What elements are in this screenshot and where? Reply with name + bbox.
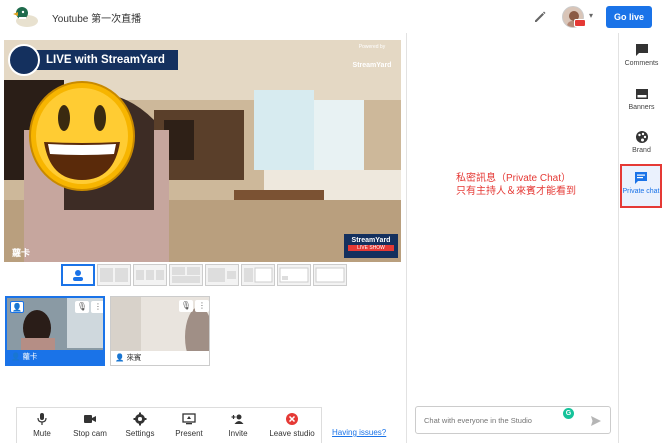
rail-label-private-chat: Private chat [622,188,660,195]
powered-by-text: Powered by [358,44,386,50]
banner-logo-icon [8,44,40,76]
leave-studio-label: Leave studio [269,429,315,438]
mute-button[interactable]: Mute [17,412,67,438]
rail-item-private-chat[interactable]: Private chat [620,164,662,208]
rail-label-comments: Comments [624,60,659,67]
live-banner[interactable]: LIVE with StreamYard [8,44,178,76]
layout-fullscreen-button[interactable] [313,264,347,286]
pencil-edit-icon[interactable] [532,9,548,25]
guest-tile-host[interactable]: 👤 🎙 ⋮ 👤 蘿卡 [5,296,105,366]
banner-icon [635,89,648,99]
mute-label: Mute [33,429,51,438]
private-chat-annotation: 私密訊息（Private Chat） 只有主持人＆來賓才能看到 [456,172,576,198]
chevron-down-icon: ▾ [589,11,594,20]
palette-icon [635,131,648,143]
rail-item-comments[interactable]: Comments [619,43,663,68]
studio-app: Youtube 第一次直播 ▾ Go live LIVE with Stream… [0,0,663,443]
split-layout-icon [100,268,128,282]
grid-layout-icon [136,270,164,280]
right-rail: Comments Banners Brand Private chat [618,33,663,443]
leader-layout-icon [208,268,236,282]
close-circle-icon [286,413,298,425]
leave-studio-button[interactable]: Leave studio [267,412,317,438]
powered-brand-text: StreamYard [352,62,392,69]
smiley-face-icon [29,81,135,191]
guest-tile-visitor[interactable]: 🎙 ⋮ 👤 來賓 [110,296,210,366]
stream-canvas: LIVE with StreamYard Powered by StreamYa… [4,40,401,262]
present-button[interactable]: Present [164,412,214,438]
rail-label-brand: Brand [632,147,651,154]
more-options-icon[interactable]: ⋮ [195,300,209,312]
annotation-line-1: 私密訊息（Private Chat） [456,173,572,184]
streamyard-badge: StreamYard LIVE SHOW [344,234,398,258]
person-icon [73,270,83,281]
comment-icon [635,44,648,56]
guest-name: 來賓 [126,353,142,362]
live-banner-text: LIVE with StreamYard [30,50,178,70]
top-bar: Youtube 第一次直播 ▾ Go live [0,0,663,33]
add-person-icon [231,414,244,424]
youtube-badge-icon [574,19,586,27]
mic-icon [37,413,47,425]
account-menu[interactable]: ▾ [562,6,600,28]
invite-label: Invite [228,429,248,438]
more-options-icon[interactable]: ⋮ [91,301,103,313]
send-icon[interactable] [590,415,602,427]
invite-button[interactable]: Invite [213,412,263,438]
mic-muted-icon[interactable]: 🎙 [179,300,193,312]
camera-icon [84,415,96,423]
settings-label: Settings [125,429,155,438]
layout-pip-button[interactable] [277,264,311,286]
person-small-icon: 👤 [115,353,127,362]
broadcast-title[interactable]: Youtube 第一次直播 [52,10,141,25]
control-bar: Mute Stop cam Settings Present Invite Le… [16,407,322,443]
guest-label: 👤 來賓 [111,351,209,365]
present-icon [182,413,196,425]
guest-name: 蘿卡 [22,352,38,361]
rail-label-banners: Banners [628,104,655,111]
rail-item-banners[interactable]: Banners [619,87,663,112]
layout-split-button[interactable] [97,264,131,286]
present-label: Present [175,429,203,438]
private-chat-icon [635,172,647,184]
rail-item-brand[interactable]: Brand [619,130,663,155]
badge-title: StreamYard [351,237,391,244]
having-issues-link[interactable]: Having issues? [332,428,386,437]
person-small-icon: 👤 [11,352,23,361]
mic-small-icon[interactable]: 🎙 [75,301,89,313]
fullscreen-layout-icon [315,267,345,283]
layout-selector [61,264,347,288]
on-stage-person-icon: 👤 [10,301,24,313]
group-layout-icon [172,267,200,283]
participant-name-tag: 蘿卡 [12,248,31,258]
layout-group-button[interactable] [169,264,203,286]
go-live-button[interactable]: Go live [606,6,652,28]
duck-logo-icon[interactable] [10,5,40,29]
layout-sidebar-button[interactable] [241,264,275,286]
stop-cam-label: Stop cam [73,429,107,438]
sidebar-layout-icon [244,267,273,283]
layout-grid-button[interactable] [133,264,167,286]
chat-panel: G [406,33,618,443]
chat-input[interactable] [415,406,611,434]
stop-cam-button[interactable]: Stop cam [65,412,115,438]
badge-subtitle: LIVE SHOW [348,245,394,251]
gear-icon [133,412,147,426]
powered-by-watermark: Powered by StreamYard [349,44,395,69]
settings-button[interactable]: Settings [115,412,165,438]
guest-label: 👤 蘿卡 [7,350,103,364]
grammarly-icon[interactable]: G [563,408,574,419]
layout-leader-button[interactable] [205,264,239,286]
annotation-line-2: 只有主持人＆來賓才能看到 [456,186,576,197]
layout-solo-button[interactable] [61,264,95,286]
pip-layout-icon [279,267,309,283]
